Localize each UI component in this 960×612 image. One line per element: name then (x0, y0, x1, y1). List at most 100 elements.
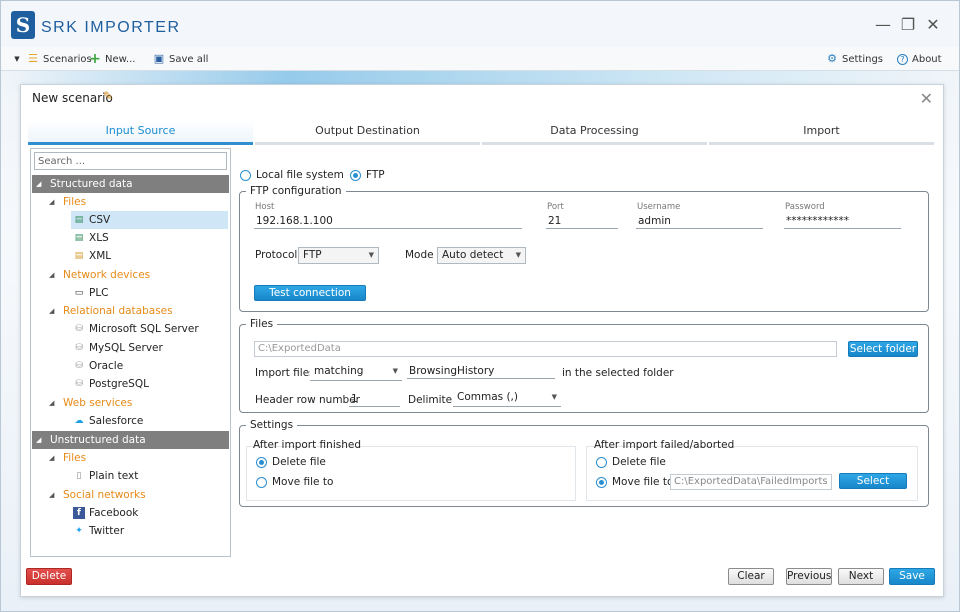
tree-relational-databases[interactable]: Relational databases (47, 302, 173, 320)
mode-select[interactable]: Auto detect ▼ (437, 247, 526, 264)
tab-data-processing[interactable]: Data Processing (482, 120, 707, 145)
host-label: Host (255, 202, 275, 212)
failed-move-radio[interactable]: Move file to (596, 476, 673, 488)
tree-web-services[interactable]: Web services (47, 394, 132, 412)
tree-structured-data[interactable]: Structured data (32, 175, 229, 193)
tree-item-plc[interactable]: ▭ PLC (71, 284, 109, 302)
settings-button[interactable]: ⚙ Settings (826, 51, 883, 67)
about-button[interactable]: ? About (897, 51, 942, 67)
tree-social-networks[interactable]: Social networks (47, 486, 146, 504)
close-dialog-icon[interactable]: ✕ (920, 89, 933, 108)
monitor-icon: ▭ (74, 288, 84, 298)
tree-item-postgresql[interactable]: ⛁ PostgreSQL (71, 375, 149, 393)
minimize-button[interactable]: — (873, 15, 893, 35)
tree-unstructured-files[interactable]: Files (47, 449, 86, 467)
tab-output-destination[interactable]: Output Destination (255, 120, 480, 145)
files-legend: Files (250, 318, 274, 330)
next-button[interactable]: Next (838, 568, 884, 585)
scenarios-icon: ☰ (28, 52, 38, 65)
tree-item-xml[interactable]: ▤ XML (71, 247, 111, 265)
finished-delete-label: Delete file (272, 456, 326, 468)
pencil-icon[interactable]: ✎ (103, 89, 113, 103)
close-window-button[interactable]: ✕ (923, 15, 943, 35)
csv-icon: ▤ (74, 215, 84, 225)
scenarios-label: Scenarios (43, 53, 92, 65)
tree-item-mssql[interactable]: ⛁ Microsoft SQL Server (71, 320, 199, 338)
finished-delete-radio[interactable]: Delete file (256, 456, 326, 468)
username-input[interactable]: admin (636, 213, 763, 229)
delete-button[interactable]: Delete (26, 568, 72, 585)
source-tree-panel: Structured data Files ▤ CSV ▤ XLS ▤ XML Net… (30, 148, 231, 557)
radio-indicator (596, 456, 607, 468)
scenario-dialog: New scenario ✎ ✕ Input Source Output Des… (20, 84, 944, 597)
tree-structured-files[interactable]: Files (47, 193, 86, 211)
tree-item-facebook[interactable]: f Facebook (71, 504, 138, 522)
failed-select-folder-button[interactable]: Select folder (839, 473, 907, 501)
tree-item-label: PostgreSQL (89, 378, 149, 390)
local-file-system-label: Local file system (256, 169, 344, 181)
tree-item-label: Twitter (89, 525, 125, 537)
app-logo: S (11, 11, 35, 39)
tree-item-label: Microsoft SQL Server (89, 323, 199, 335)
mode-label: Mode (405, 249, 434, 261)
tree-item-mysql[interactable]: ⛁ MySQL Server (71, 339, 163, 357)
local-file-system-radio[interactable]: Local file system (240, 169, 344, 181)
password-input[interactable]: ************ (784, 213, 901, 229)
previous-button[interactable]: Previous (786, 568, 832, 585)
finished-move-radio[interactable]: Move file to (256, 476, 333, 488)
protocol-value: FTP (303, 249, 322, 261)
chevron-down-icon: ▼ (551, 393, 557, 401)
protocol-select[interactable]: FTP ▼ (298, 247, 379, 264)
scenarios-menu[interactable]: ▼ ☰ Scenarios (11, 51, 92, 67)
radio-indicator (256, 476, 267, 488)
tree-network-devices[interactable]: Network devices (47, 266, 150, 284)
tree-item-oracle[interactable]: ⛁ Oracle (71, 357, 123, 375)
tree-item-csv[interactable]: ▤ CSV (71, 211, 228, 229)
failed-delete-label: Delete file (612, 456, 666, 468)
new-button[interactable]: + New... (89, 51, 135, 67)
after-finished-panel (246, 446, 576, 501)
tree-search-input[interactable] (34, 152, 227, 170)
tab-import[interactable]: Import (709, 120, 934, 145)
tree-item-salesforce[interactable]: ☁ Salesforce (71, 412, 144, 430)
tree-item-label: XML (89, 250, 112, 262)
host-input[interactable]: 192.168.1.100 (254, 213, 522, 229)
tab-input-source[interactable]: Input Source (28, 120, 253, 145)
new-label: New... (105, 53, 136, 65)
tree-item-plain-text[interactable]: ▯ Plain text (71, 467, 139, 485)
radio-indicator (350, 169, 361, 181)
failed-folder-input[interactable]: C:\ExportedData\FailedImports (670, 474, 832, 490)
match-mode-select[interactable]: matching ▼ (310, 364, 402, 381)
save-all-button[interactable]: ▣ Save all (153, 51, 209, 67)
chevron-down-icon: ▼ (392, 367, 398, 375)
database-icon: ⛁ (75, 379, 83, 389)
ftp-label: FTP (366, 169, 385, 181)
files-folder-input[interactable]: C:\ExportedData (254, 341, 837, 357)
chevron-down-icon: ▼ (368, 251, 374, 259)
port-label: Port (547, 202, 564, 212)
failed-delete-radio[interactable]: Delete file (596, 456, 666, 468)
clear-button[interactable]: Clear (728, 568, 774, 585)
header-row-input[interactable]: 1 (349, 391, 400, 407)
port-input[interactable]: 21 (546, 213, 618, 229)
delimiter-select[interactable]: Commas (,) ▼ (453, 390, 561, 407)
after-failed-title: After import failed/aborted (594, 439, 735, 451)
failed-move-label: Move file to (612, 476, 674, 488)
app-title: SRK Importer (41, 19, 181, 36)
files-select-folder-button[interactable]: Select folder (848, 341, 918, 357)
tree-item-label: Oracle (89, 360, 124, 372)
database-icon: ⛁ (75, 324, 83, 334)
file-pattern-input[interactable]: BrowsingHistory (407, 363, 555, 379)
tree-unstructured-data[interactable]: Unstructured data (32, 431, 229, 449)
save-button[interactable]: Save (889, 568, 935, 585)
maximize-button[interactable]: ❐ (898, 15, 918, 35)
tree-item-twitter[interactable]: ✦ Twitter (71, 522, 124, 540)
radio-indicator (256, 456, 267, 468)
test-connection-button[interactable]: Test connection (254, 285, 366, 301)
text-file-icon: ▯ (76, 471, 82, 481)
tree-item-label: XLS (89, 232, 109, 244)
xls-icon: ▤ (74, 233, 84, 243)
header-row-label: Header row number (255, 394, 360, 406)
ftp-radio[interactable]: FTP (350, 169, 385, 181)
tree-item-xls[interactable]: ▤ XLS (71, 229, 109, 247)
